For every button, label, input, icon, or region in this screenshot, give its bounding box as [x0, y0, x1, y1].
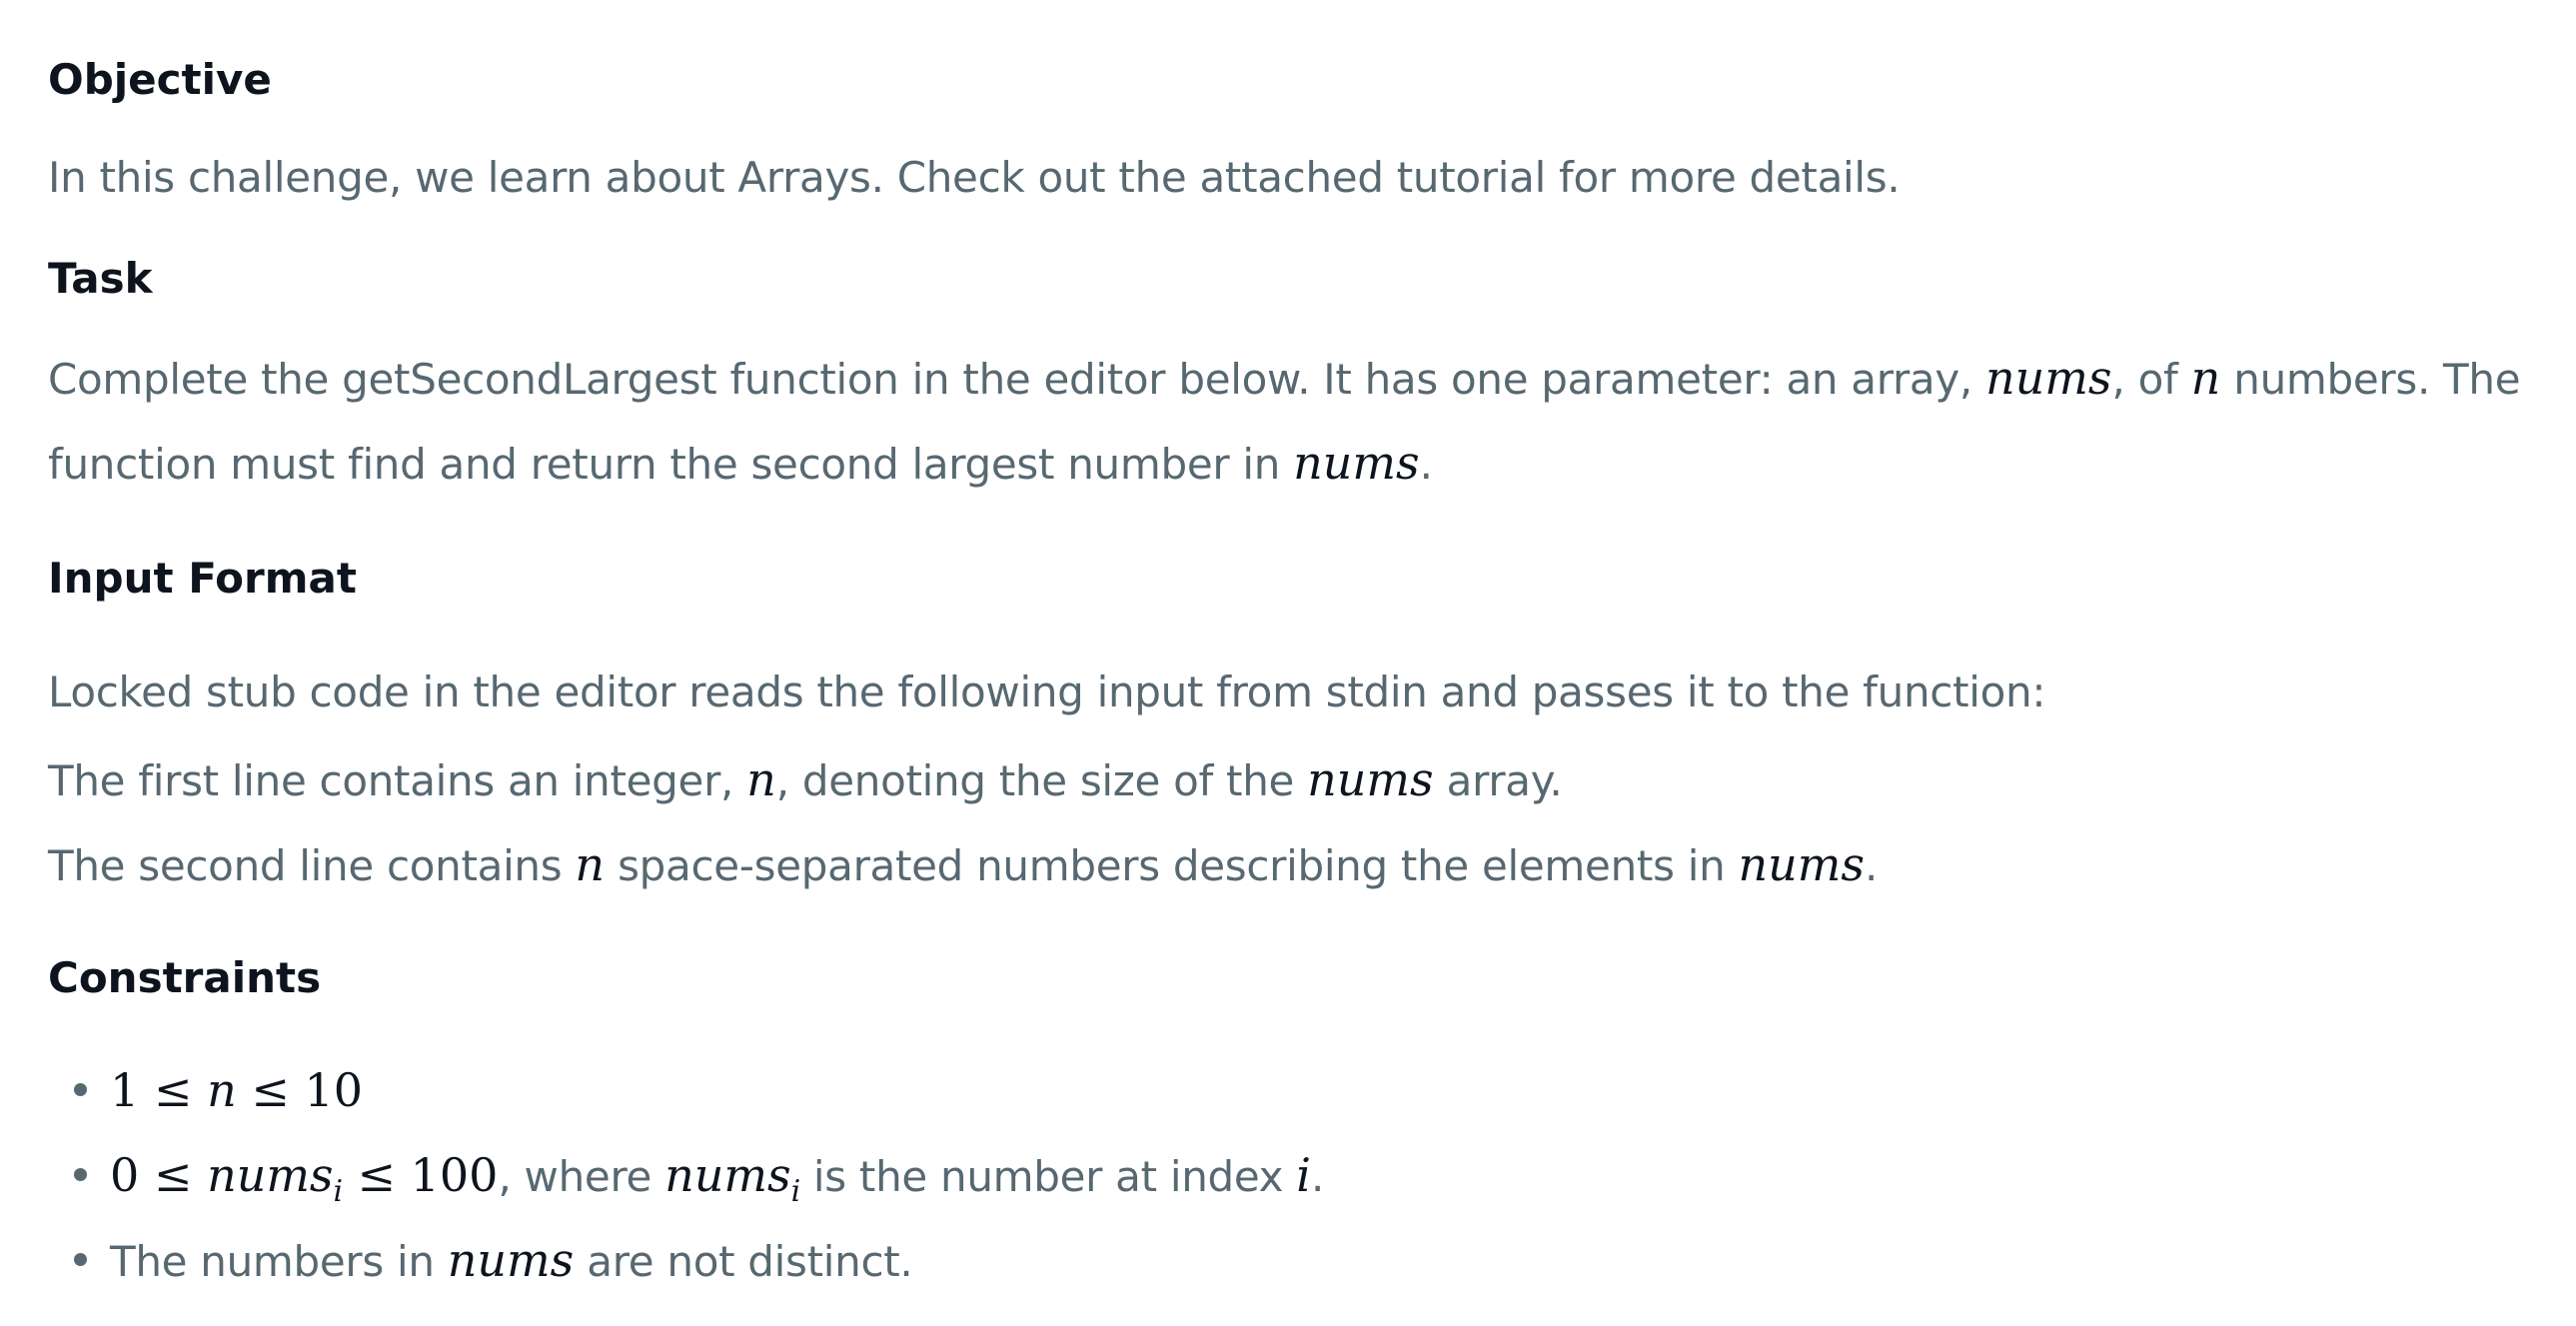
constraint-item: 1 ≤ n ≤ 10 [48, 1067, 1447, 1117]
task-text-line-1: Complete the getSecondLargest function i… [48, 355, 2521, 404]
task-text: . [1419, 440, 1433, 489]
math-expr: 1 ≤ [110, 1063, 208, 1117]
task-text: function must find and return the second… [48, 440, 1294, 489]
input-format-line-2: The first line contains an integer, n, d… [48, 756, 1563, 805]
constraint-text: is the number at index [799, 1152, 1297, 1201]
input-format-heading: Input Format [48, 554, 357, 603]
math-var-nums: nums [1307, 752, 1434, 806]
bullet-dot-icon [74, 1253, 87, 1266]
math-var-n: n [207, 1063, 237, 1117]
task-text: , of [2111, 355, 2191, 404]
math-var-nums: nums [664, 1148, 791, 1202]
constraint-item: The numbers in nums are not distinct. [48, 1237, 1447, 1287]
task-text-line-2: function must find and return the second… [48, 440, 1433, 486]
math-var-n: n [575, 837, 606, 891]
math-subscript: i [790, 1174, 801, 1209]
task-text: Complete the getSecondLargest function i… [48, 355, 1986, 404]
input-format-text: The first line contains an integer, [48, 756, 747, 805]
objective-heading: Objective [48, 55, 272, 104]
bullet-dot-icon [74, 1083, 87, 1096]
constraints-heading: Constraints [48, 953, 322, 1002]
constraint-text: , where [498, 1152, 665, 1201]
constraint-text: The numbers in [110, 1237, 448, 1286]
constraint-text: The numbers in nums are not distinct. [110, 1237, 913, 1286]
math-subscript: i [333, 1174, 344, 1209]
input-format-line-3: The second line contains n space-separat… [48, 841, 1878, 887]
input-format-text: The second line contains [48, 841, 576, 890]
constraint-text: 1 ≤ n ≤ 10 [110, 1067, 363, 1113]
math-expr: ≤ 100 [342, 1148, 499, 1202]
input-format-text: array. [1433, 756, 1563, 805]
math-var-n: n [746, 752, 776, 806]
math-var-nums: nums [207, 1148, 334, 1202]
constraint-text: 0 ≤ numsi ≤ 100, where numsi is the numb… [110, 1152, 1324, 1207]
constraint-text: . [1311, 1152, 1325, 1201]
task-heading: Task [48, 254, 153, 303]
math-var-nums: nums [447, 1233, 575, 1287]
math-var-nums: nums [1293, 436, 1420, 490]
input-format-text: . [1864, 841, 1878, 890]
math-var-i: i [1296, 1148, 1312, 1202]
math-var-n: n [2190, 351, 2221, 405]
constraint-text: are not distinct. [574, 1237, 913, 1286]
input-format-text: , denoting the size of the [775, 756, 1308, 805]
input-format-line-1: Locked stub code in the editor reads the… [48, 667, 2046, 716]
math-var-nums: nums [1985, 351, 2112, 405]
constraint-item: 0 ≤ numsi ≤ 100, where numsi is the numb… [48, 1152, 1447, 1207]
objective-text: In this challenge, we learn about Arrays… [48, 153, 1901, 202]
task-text: numbers. The [2220, 355, 2521, 404]
math-var-nums: nums [1738, 837, 1865, 891]
input-format-text: space-separated numbers describing the e… [605, 841, 1739, 890]
math-expr: ≤ 10 [236, 1063, 364, 1117]
bullet-dot-icon [74, 1168, 87, 1181]
math-expr: 0 ≤ [110, 1148, 208, 1202]
